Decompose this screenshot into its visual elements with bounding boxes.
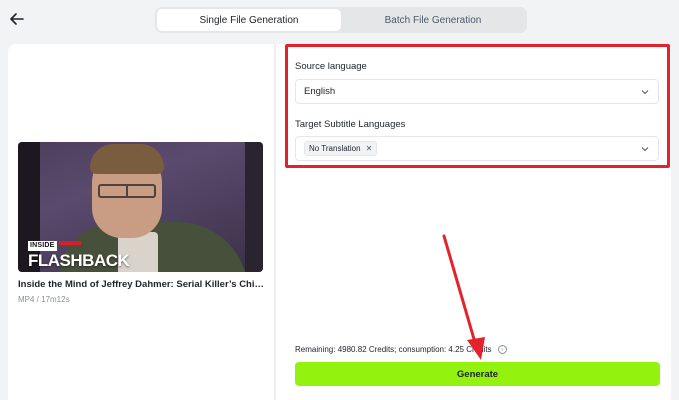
thumbnail-hair bbox=[90, 144, 164, 174]
app-root: Single File Generation Batch File Genera… bbox=[0, 0, 679, 400]
video-thumbnail[interactable]: INSIDE FLASHBACK bbox=[18, 142, 263, 272]
tab-single-file-generation[interactable]: Single File Generation bbox=[157, 9, 341, 31]
thumbnail-glasses bbox=[98, 184, 156, 198]
info-icon[interactable]: i bbox=[497, 345, 507, 354]
arrow-left-icon bbox=[10, 13, 24, 25]
logo-flashback-text: FLASHBACK bbox=[28, 251, 130, 270]
credits-text: Remaining: 4980.82 Credits; consumption:… bbox=[295, 345, 492, 354]
thumbnail-edge-right bbox=[245, 142, 263, 272]
back-button[interactable] bbox=[6, 8, 28, 30]
tab-batch-file-generation[interactable]: Batch File Generation bbox=[341, 9, 525, 31]
highlight-box bbox=[285, 44, 670, 168]
video-title: Inside the Mind of Jeffrey Dahmer: Seria… bbox=[18, 279, 266, 290]
video-meta: MP4 / 17m12s bbox=[18, 295, 70, 304]
credits-info: Remaining: 4980.82 Credits; consumption:… bbox=[295, 345, 507, 354]
logo-red-bar bbox=[58, 240, 81, 245]
generate-button[interactable]: Generate bbox=[295, 362, 660, 386]
logo-inside-text: INSIDE bbox=[28, 241, 57, 251]
flashback-logo: INSIDE FLASHBACK bbox=[28, 234, 130, 270]
generation-mode-tabs: Single File Generation Batch File Genera… bbox=[155, 7, 527, 33]
